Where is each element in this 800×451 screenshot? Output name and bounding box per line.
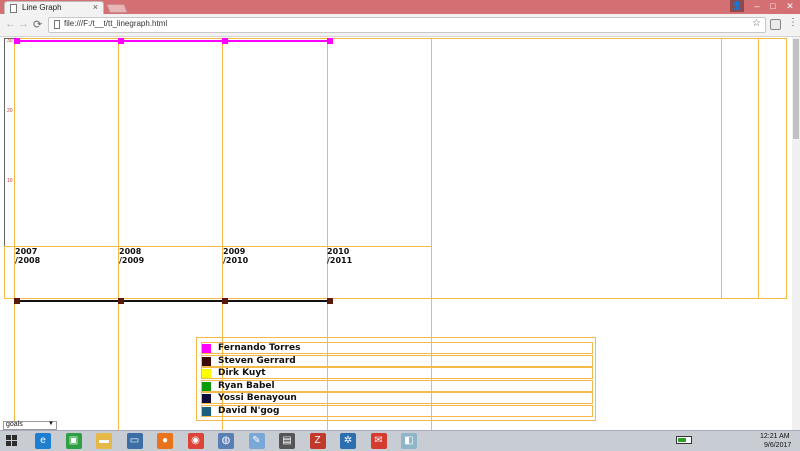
y-tick-label: 20 — [7, 108, 13, 114]
grid-column-line — [14, 38, 15, 430]
tab-title: Line Graph — [22, 3, 62, 12]
stack-icon[interactable]: ◧ — [401, 433, 417, 449]
legend: Fernando Torres Steven Gerrard Dirk Kuyt Ry… — [196, 337, 596, 421]
y-tick-label: 30 — [7, 38, 13, 44]
goals-data-point[interactable] — [222, 298, 228, 304]
forward-arrow-icon[interactable]: → — [18, 18, 29, 30]
legend-item: Steven Gerrard — [201, 354, 593, 367]
clock-date[interactable]: 9/6/2017 — [764, 442, 791, 449]
chrome-icon[interactable]: ◉ — [187, 433, 204, 449]
outline-divider — [721, 38, 722, 299]
legend-item: Fernando Torres — [201, 342, 593, 354]
legend-label: Fernando Torres — [218, 343, 301, 353]
x-label-row — [4, 246, 432, 299]
user-profile-icon[interactable]: 👤 — [730, 0, 744, 12]
sync-icon[interactable]: ✲ — [340, 433, 356, 449]
tab-close-icon[interactable]: × — [93, 2, 98, 12]
file-explorer-icon[interactable]: ▬ — [96, 433, 112, 449]
tab-line-graph[interactable]: Line Graph × — [4, 1, 104, 15]
new-tab-button[interactable] — [106, 4, 128, 13]
battery-icon[interactable] — [676, 436, 692, 444]
filezilla-icon[interactable]: Z — [309, 433, 326, 449]
goals-data-point[interactable] — [118, 298, 124, 304]
ie-icon[interactable]: e — [35, 433, 51, 449]
bookmark-star-icon[interactable]: ☆ — [752, 18, 761, 29]
data-point[interactable] — [222, 38, 228, 44]
legend-swatch — [202, 369, 211, 379]
x-tick-label: 2008 /2009 — [119, 247, 145, 265]
grid-column-line — [118, 38, 119, 430]
legend-swatch — [202, 344, 211, 353]
legend-swatch — [202, 394, 211, 404]
page-content: 30 20 10 2007 /2008 2008 /2009 2009 /201… — [0, 37, 792, 430]
back-arrow-icon[interactable]: ← — [5, 18, 16, 30]
menu-icon[interactable]: ⋮ — [788, 17, 798, 28]
x-tick-label: 2007 /2008 — [15, 247, 41, 265]
series-line-fernando-torres — [14, 40, 327, 42]
legend-item: Yossi Benayoun — [201, 392, 593, 405]
legend-swatch — [202, 381, 211, 391]
select-value: goals — [6, 421, 23, 428]
legend-label: Ryan Babel — [218, 380, 275, 391]
legend-label: David N'gog — [218, 406, 280, 416]
legend-item: Ryan Babel — [201, 379, 593, 392]
y-tick-label: 10 — [7, 178, 13, 184]
legend-swatch — [202, 356, 211, 366]
file-icon — [54, 20, 60, 29]
legend-swatch — [202, 407, 211, 416]
goals-data-point[interactable] — [327, 298, 333, 304]
title-bar: Line Graph × 👤 – □ ✕ — [0, 0, 800, 15]
network-icon[interactable]: ◍ — [218, 433, 234, 449]
legend-label: Steven Gerrard — [218, 355, 296, 366]
goals-data-point[interactable] — [14, 298, 20, 304]
chevron-down-icon: ▼ — [48, 421, 54, 427]
outline-divider — [758, 38, 759, 299]
goals-row-line — [14, 300, 327, 302]
browser-toolbar: ← → ⟳ file:///F:/t__t/tt_linegraph.html … — [0, 14, 800, 37]
mail-icon[interactable]: ✉ — [370, 433, 387, 449]
windows-start-icon[interactable] — [6, 435, 18, 447]
url-text: file:///F:/t__t/tt_linegraph.html — [64, 19, 168, 28]
close-window-button[interactable]: ✕ — [782, 0, 798, 12]
clock-time[interactable]: 12:21 AM — [760, 433, 790, 440]
computer-icon[interactable]: ▭ — [126, 433, 143, 449]
extension-icon[interactable] — [770, 19, 781, 30]
page-icon — [10, 4, 17, 13]
stat-select-dropdown[interactable]: goals ▼ — [3, 421, 57, 430]
legend-item: Dirk Kuyt — [201, 367, 593, 380]
x-tick-label: 2009 /2010 — [223, 247, 249, 265]
notepad-plus-icon[interactable]: ✎ — [248, 433, 265, 449]
maximize-button[interactable]: □ — [766, 0, 780, 12]
windows-taskbar: e ▣ ▬ ▭ ● ◉ ◍ ✎ ▤ Z ✲ ✉ ◧ 12:21 AM 9/6/2017 — [0, 430, 800, 451]
legend-label: Yossi Benayoun — [218, 393, 297, 404]
data-point[interactable] — [14, 38, 20, 44]
scrollbar-thumb[interactable] — [793, 39, 799, 139]
firefox-icon[interactable]: ● — [157, 433, 173, 449]
terminal-icon[interactable]: ▤ — [279, 433, 295, 449]
reload-icon[interactable]: ⟳ — [33, 18, 42, 31]
address-bar[interactable]: file:///F:/t__t/tt_linegraph.html ☆ — [48, 17, 766, 33]
data-point[interactable] — [118, 38, 124, 44]
x-tick-label: 2010 /2011 — [327, 247, 353, 265]
minimize-button[interactable]: – — [750, 0, 764, 12]
store-icon[interactable]: ▣ — [65, 433, 82, 449]
data-point[interactable] — [327, 38, 333, 44]
vertical-scrollbar[interactable] — [792, 37, 800, 430]
legend-label: Dirk Kuyt — [218, 368, 266, 379]
legend-item: David N'gog — [201, 405, 593, 417]
